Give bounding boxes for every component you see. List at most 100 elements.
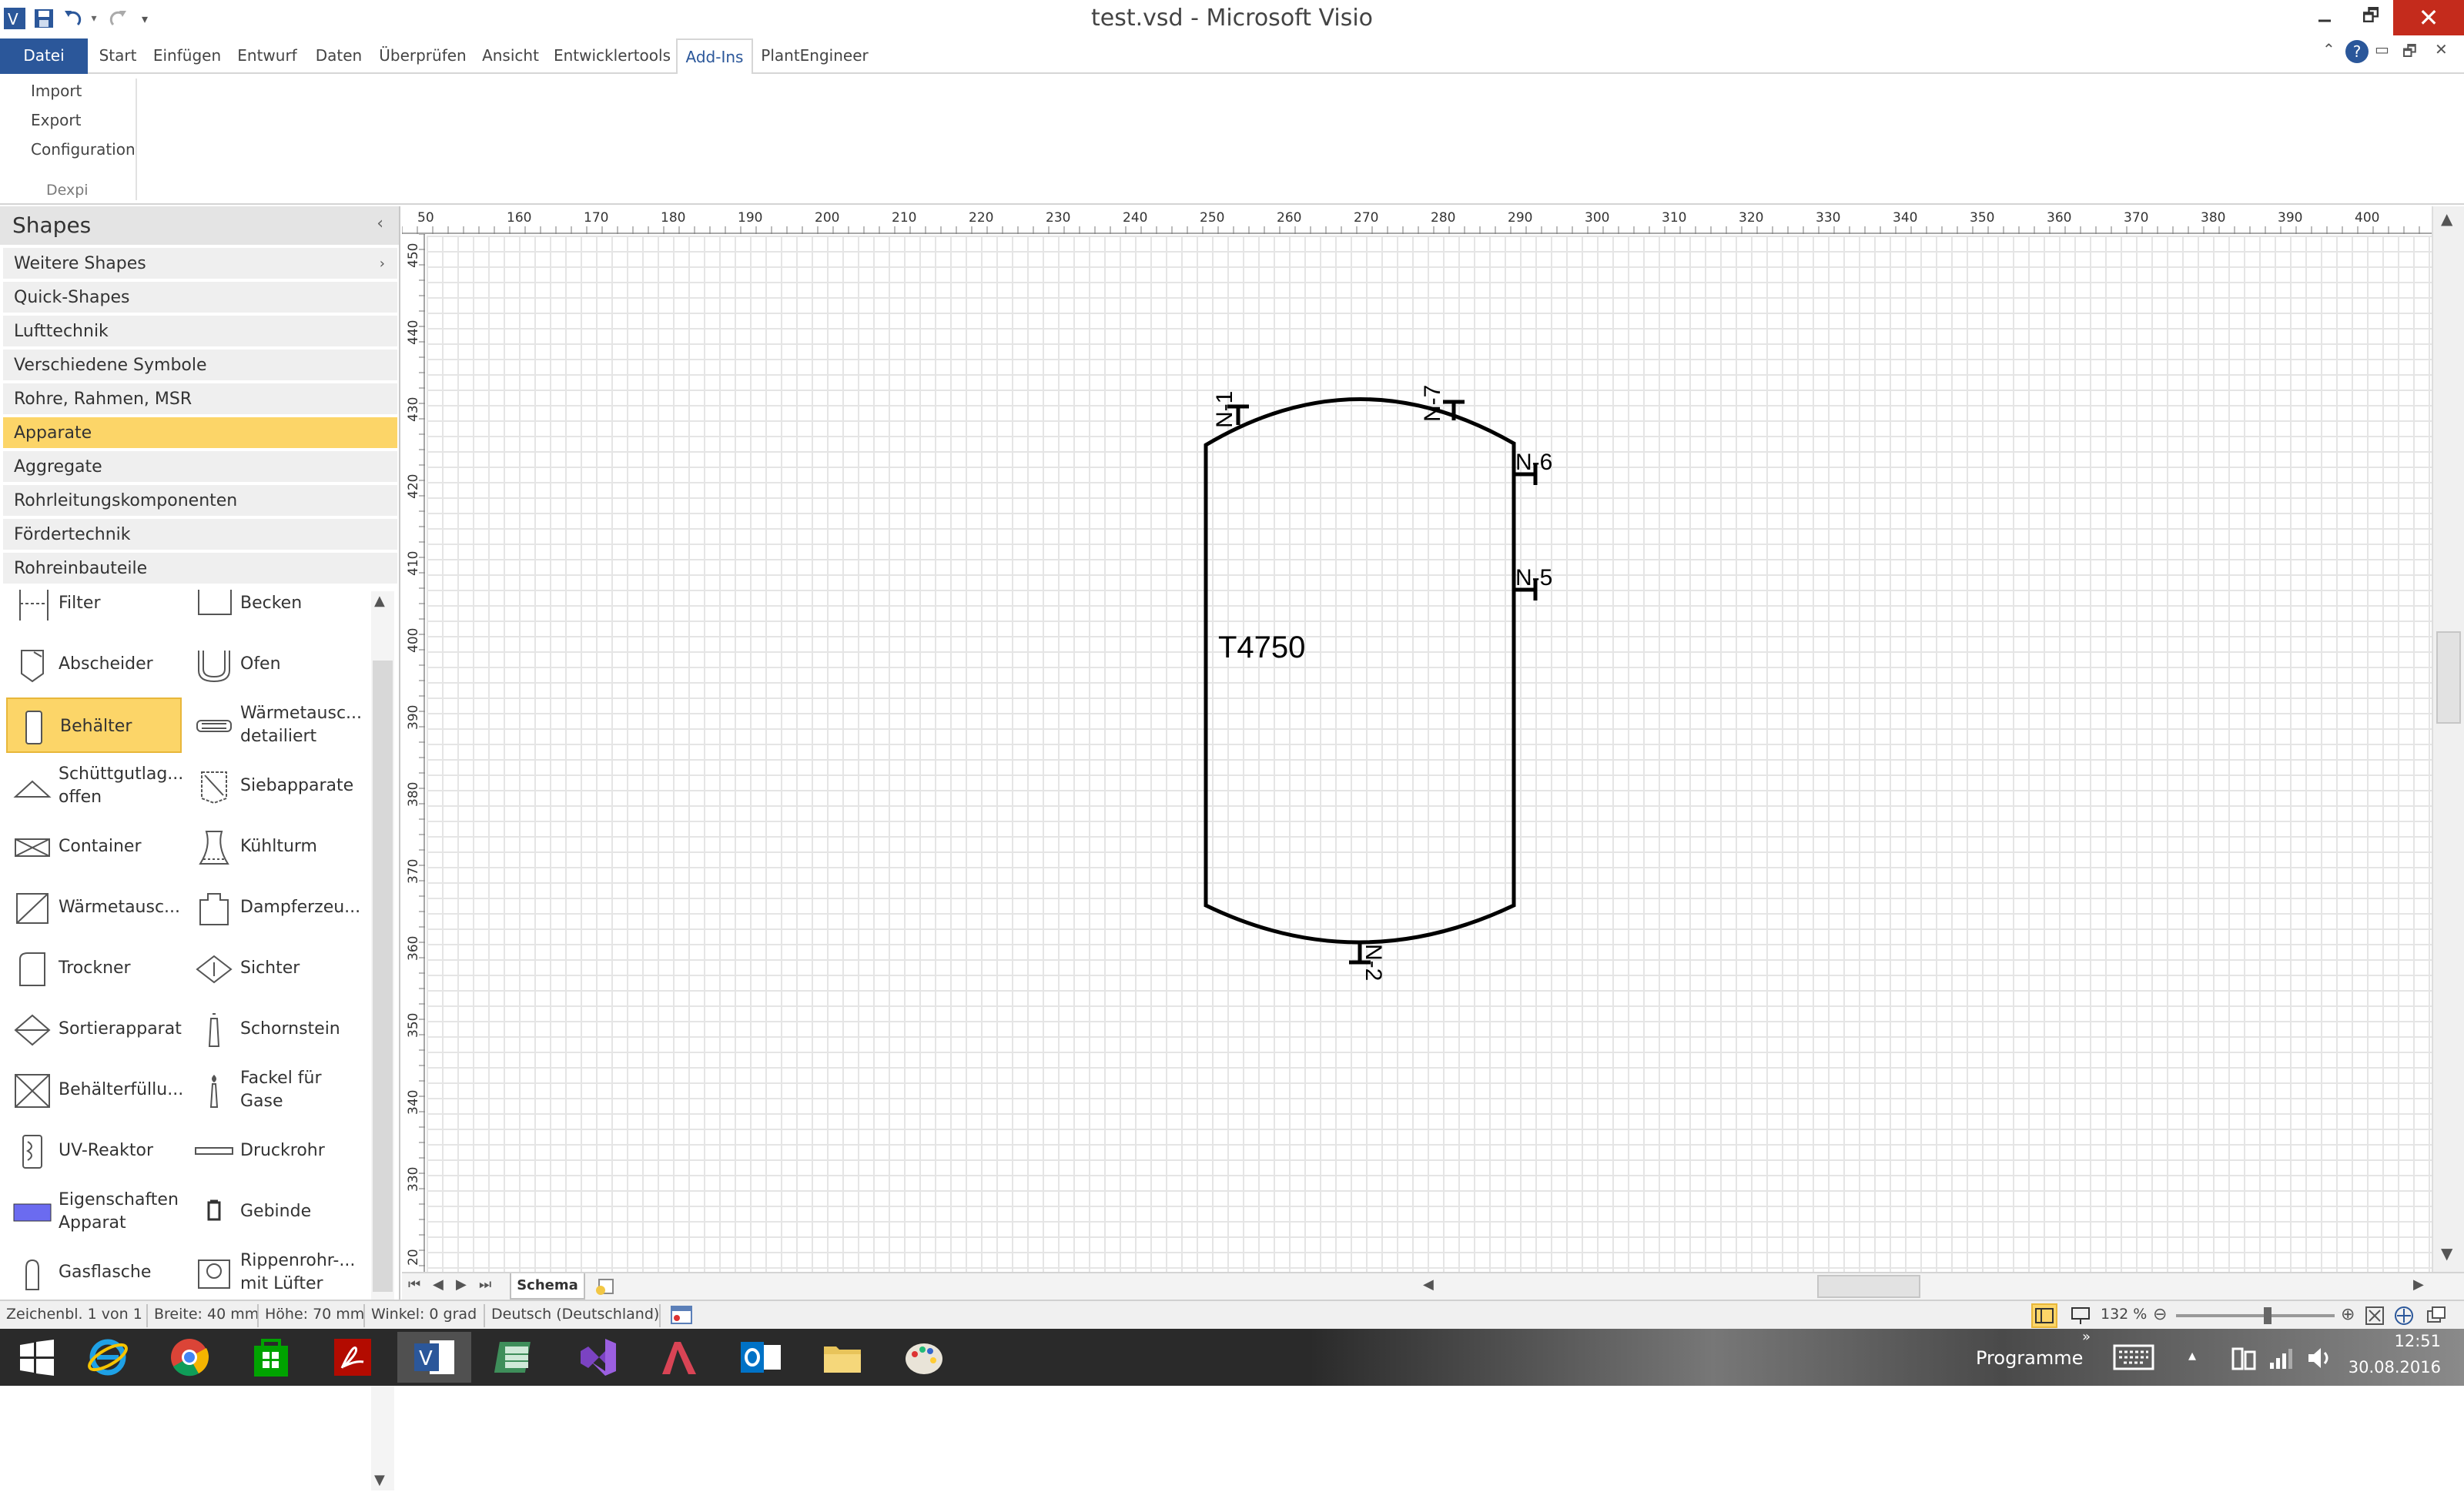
normal-view-icon[interactable] [2031, 1303, 2057, 1328]
page-tab-schema[interactable]: Schema [510, 1273, 585, 1300]
spreadsheet-icon[interactable] [479, 1332, 553, 1383]
scroll-left-icon[interactable]: ◀ [1423, 1276, 1434, 1293]
master-shape-bulk-storage-open[interactable]: Schüttgutlag... offen [6, 758, 183, 814]
scroll-up-icon[interactable]: ▲ [374, 593, 385, 609]
stencil-rohre-rahmen-msr[interactable]: Rohre, Rahmen, MSR [3, 383, 397, 416]
shape-width-status[interactable]: Breite: 40 mm [154, 1306, 259, 1323]
nozzle-n1[interactable]: N-1 [1212, 391, 1249, 428]
master-shape-pressure-pipe[interactable]: Druckrohr [188, 1123, 363, 1179]
master-shape-gas-cylinder[interactable]: Gasflasche [6, 1245, 182, 1300]
zoom-level-label[interactable]: 132 % [2101, 1306, 2147, 1323]
clock-time[interactable]: 12:51 [2356, 1332, 2441, 1350]
tab-entwurf[interactable]: Entwurf [233, 38, 302, 74]
master-shape-properties[interactable]: Eigenschaften Apparat [6, 1184, 182, 1239]
tab-entwicklertools[interactable]: Entwicklertools [551, 38, 673, 74]
tab-einfuegen[interactable]: Einfügen [151, 38, 223, 74]
vertical-scrollbar-thumb[interactable] [2436, 631, 2461, 724]
shapes-scrollbar-thumb[interactable] [373, 661, 393, 1292]
restore-window-icon[interactable]: 🗗 [2347, 0, 2395, 35]
stencil-foerdertechnik[interactable]: Fördertechnik [3, 519, 397, 551]
clock-date[interactable]: 30.08.2016 [2341, 1358, 2441, 1377]
collapse-ribbon-icon[interactable]: ⌃ [2322, 40, 2335, 59]
stencil-lufttechnik[interactable]: Lufttechnik [3, 316, 397, 348]
help-icon[interactable]: ? [2345, 40, 2369, 63]
minimize-icon[interactable] [2301, 0, 2348, 35]
nozzle-n5[interactable]: N-5 [1514, 565, 1552, 600]
master-shape-heat-exchanger-detailed[interactable]: Wärmetausc... detailiert [188, 697, 363, 753]
master-shape-chimney[interactable]: Schornstein [188, 1002, 363, 1057]
master-shape-sorter[interactable]: Sortierapparat [6, 1002, 182, 1057]
tab-daten[interactable]: Daten [311, 38, 367, 74]
paint-icon[interactable] [887, 1332, 961, 1383]
vessel-drawing[interactable]: T4750 N-1 N-7 N-6 N-5 N-2 [427, 236, 2432, 1272]
nozzle-n2[interactable]: N-2 [1349, 942, 1386, 981]
programs-toolbar-label[interactable]: Programme [1976, 1347, 2083, 1369]
visio-taskbar-icon[interactable]: V [397, 1332, 471, 1383]
tab-datei[interactable]: Datei [0, 38, 88, 74]
store-icon[interactable] [234, 1332, 308, 1383]
insert-page-icon[interactable] [594, 1276, 616, 1296]
master-shape-steam-generator[interactable]: Dampferzeu... [188, 880, 363, 935]
master-shape-uv-reactor[interactable]: UV-Reaktor [6, 1123, 182, 1179]
stencil-apparate[interactable]: Apparate [3, 417, 397, 450]
next-page-icon[interactable]: ▶ [456, 1276, 467, 1293]
master-shape-dryer[interactable]: Trockner [6, 941, 182, 996]
export-button[interactable]: Export [31, 111, 81, 129]
switch-windows-icon[interactable] [2426, 1305, 2447, 1326]
stencil-rohrleitungskomponenten[interactable]: Rohrleitungskomponenten [3, 485, 397, 517]
language-status[interactable]: Deutsch (Deutschland) [491, 1306, 659, 1323]
close-window-button[interactable]: ✕ [2393, 0, 2464, 35]
master-shape-separator[interactable]: Abscheider [6, 637, 182, 692]
outlook-icon[interactable] [724, 1332, 798, 1383]
close-document-icon[interactable]: ✕ [2435, 40, 2448, 59]
action-center-icon[interactable] [2230, 1344, 2258, 1372]
master-shape-vessel[interactable]: Behälter [6, 697, 182, 753]
stencil-quick-shapes[interactable]: Quick-Shapes [3, 282, 397, 314]
master-shape-heat-exchanger[interactable]: Wärmetausc... [6, 880, 182, 935]
scroll-down-icon[interactable]: ▼ [374, 1472, 385, 1488]
master-shape-gas-flare[interactable]: Fackel für Gase [188, 1062, 363, 1118]
tab-add-ins[interactable]: Add-Ins [676, 38, 753, 75]
master-shape-filter[interactable]: Filter [6, 590, 182, 631]
shape-height-status[interactable]: Höhe: 70 mm [265, 1306, 364, 1323]
stencil-verschiedene-symbole[interactable]: Verschiedene Symbole [3, 350, 397, 382]
master-shape-vessel-filling[interactable]: Behälterfüllu... [6, 1062, 183, 1118]
restore-document-icon[interactable]: 🗗 [2402, 40, 2417, 66]
presentation-mode-icon[interactable] [2070, 1306, 2091, 1326]
scroll-down-icon[interactable]: ▼ [2441, 1244, 2452, 1263]
stencil-weitere-shapes[interactable]: Weitere Shapes › [3, 248, 397, 280]
master-shape-cooling-tower[interactable]: Kühlturm [188, 819, 363, 875]
tab-plantengineer[interactable]: PlantEngineer [761, 38, 869, 74]
page-count-status[interactable]: Zeichenbl. 1 von 1 [6, 1306, 142, 1323]
stencil-rohreinbauteile[interactable]: Rohreinbauteile [3, 553, 397, 585]
nozzle-n6[interactable]: N-6 [1514, 450, 1552, 485]
tab-ansicht[interactable]: Ansicht [479, 38, 542, 74]
zoom-slider-thumb[interactable] [2264, 1307, 2272, 1324]
show-hidden-icons-icon[interactable]: ▴ [2188, 1346, 2196, 1364]
first-page-icon[interactable]: ⏮ [408, 1276, 420, 1293]
tab-ueberpruefen[interactable]: Überprüfen [376, 38, 470, 74]
zoom-out-icon[interactable]: ⊖ [2153, 1305, 2167, 1324]
collapse-panel-icon[interactable]: ‹ [377, 214, 383, 233]
pan-zoom-window-icon[interactable] [2393, 1305, 2415, 1326]
import-button[interactable]: Import [31, 82, 82, 100]
tab-start[interactable]: Start [94, 38, 142, 74]
stencil-aggregate[interactable]: Aggregate [3, 451, 397, 483]
macro-record-icon[interactable] [670, 1305, 693, 1325]
scroll-up-icon[interactable]: ▲ [2441, 209, 2452, 228]
zoom-in-icon[interactable]: ⊕ [2341, 1305, 2355, 1324]
drawing-canvas[interactable]: T4750 N-1 N-7 N-6 N-5 N-2 [427, 236, 2432, 1272]
master-shape-finned-tube-fan[interactable]: Rippenrohr-... mit Lüfter [188, 1245, 363, 1300]
fit-page-icon[interactable] [2364, 1305, 2385, 1326]
master-shape-container-drum[interactable]: Gebinde [188, 1184, 363, 1239]
last-page-icon[interactable]: ⏭ [479, 1276, 491, 1293]
master-shape-basin[interactable]: Becken [188, 590, 363, 631]
previous-page-icon[interactable]: ◀ [433, 1276, 444, 1293]
configuration-button[interactable]: Configuration [31, 140, 136, 159]
app-icon[interactable] [642, 1332, 716, 1383]
scroll-right-icon[interactable]: ▶ [2413, 1276, 2424, 1293]
windows-start-icon[interactable] [0, 1332, 74, 1383]
volume-icon[interactable] [2305, 1344, 2333, 1372]
master-shape-sieve[interactable]: Siebapparate [188, 758, 363, 814]
master-shape-container[interactable]: Container [6, 819, 182, 875]
